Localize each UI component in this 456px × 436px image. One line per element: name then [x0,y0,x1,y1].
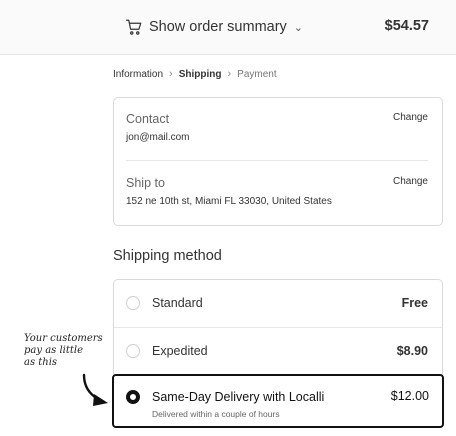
shipping-option-label: Same-Day Delivery with Localli [152,390,325,404]
ship-to-change-link[interactable]: Change [393,176,428,187]
shipping-option-price: $12.00 [390,389,429,403]
shipping-option-label: Standard [152,296,203,310]
shipping-method-list: Standard Free Expedited $8.90 [113,279,443,375]
curved-arrow-icon [82,373,108,406]
order-total: $54.57 [384,18,429,34]
divider [126,160,428,161]
shipping-option-sublabel: Delivered within a couple of hours [152,409,280,419]
contact-change-link[interactable]: Change [393,112,428,123]
breadcrumb-shipping: Shipping [178,68,222,80]
contact-row: Contact jon@mail.com Change [126,112,428,143]
ship-to-value: 152 ne 10th st, Miami FL 33030, United S… [126,196,332,207]
cart-icon [125,19,142,35]
contact-title: Contact [126,112,170,126]
radio-same-day-selected[interactable] [126,390,140,404]
breadcrumb: Information › Shipping › Payment [113,68,277,80]
handwritten-annotation: Your customers pay as little as this [24,333,114,369]
breadcrumb-separator-icon: › [169,68,173,80]
shipping-option-standard[interactable]: Standard Free [114,280,442,327]
ship-to-row: Ship to 152 ne 10th st, Miami FL 33030, … [126,176,428,207]
review-info-box: Contact jon@mail.com Change Ship to 152 … [113,97,443,226]
annotation-line: Your customers [24,333,103,344]
annotation-line: as this [24,357,58,368]
radio-expedited[interactable] [126,344,140,358]
shipping-option-label: Expedited [152,344,208,358]
shipping-option-same-day[interactable]: Same-Day Delivery with Localli Delivered… [112,374,444,428]
contact-value: jon@mail.com [126,132,190,143]
shipping-option-expedited[interactable]: Expedited $8.90 [114,328,442,375]
show-order-summary-toggle[interactable]: Show order summary ⌄ [125,17,303,37]
breadcrumb-separator-icon: › [227,68,232,80]
radio-standard[interactable] [126,296,140,310]
shipping-option-price: Free [401,296,428,310]
show-order-summary-label: Show order summary [149,19,287,35]
shipping-option-price: $8.90 [396,344,428,358]
chevron-down-icon: ⌄ [293,21,304,34]
ship-to-title: Ship to [126,176,165,190]
breadcrumb-payment: Payment [237,68,277,80]
order-summary-bar: Show order summary ⌄ $54.57 [0,0,456,55]
annotation-line: pay as little [24,345,84,356]
shipping-method-title: Shipping method [113,248,222,264]
breadcrumb-information[interactable]: Information [113,69,163,80]
